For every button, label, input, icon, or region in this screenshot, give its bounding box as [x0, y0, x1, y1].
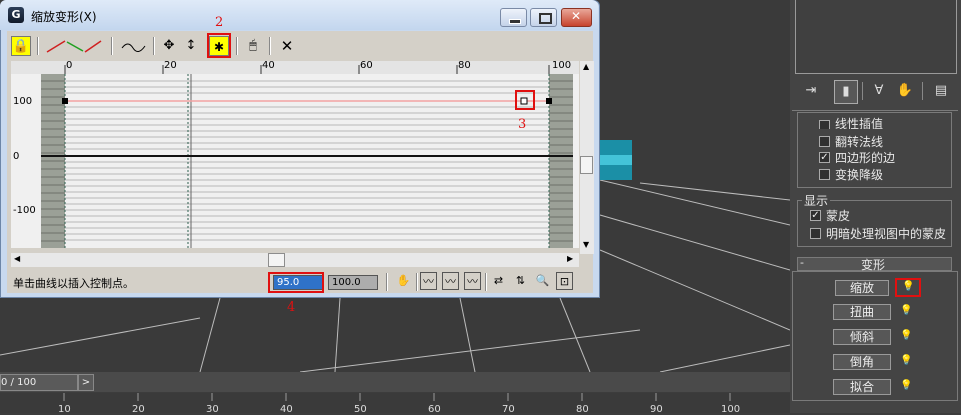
- skin-label: 蒙皮: [826, 209, 851, 223]
- teeter-enable-bulb-icon[interactable]: 💡: [900, 330, 912, 344]
- flip-normals-label: 翻转法线: [835, 135, 884, 149]
- display-curves-icon[interactable]: [43, 36, 103, 56]
- timeline-tick-label: 40: [280, 404, 293, 415]
- lock-aspect-icon[interactable]: 🔒: [11, 36, 31, 56]
- transform-degrade-label: 变换降级: [835, 168, 884, 182]
- delete-control-point-icon[interactable]: 🖱: [243, 36, 263, 56]
- vertical-value-field[interactable]: 100.0: [328, 275, 378, 290]
- reset-curve-icon[interactable]: ✕: [277, 36, 297, 56]
- show-end-result-icon[interactable]: ▮: [834, 80, 858, 104]
- annotation-number: 3: [518, 117, 527, 132]
- timeline-tick-label: 10: [58, 404, 71, 415]
- linear-interp-checkbox[interactable]: [819, 120, 830, 129]
- pan-icon[interactable]: ✋: [395, 272, 412, 290]
- timeline-tick-label: 70: [502, 404, 515, 415]
- maximize-button[interactable]: [530, 8, 557, 27]
- configure-modifier-sets-icon[interactable]: ▤: [930, 80, 952, 102]
- dialog-title: 缩放变形(X): [31, 10, 97, 24]
- zoom-vertical-icon[interactable]: ⇅: [512, 272, 529, 290]
- make-unique-icon[interactable]: ∀: [868, 80, 890, 102]
- move-control-point-icon[interactable]: ✥: [159, 36, 179, 56]
- twist-enable-bulb-icon[interactable]: 💡: [900, 305, 912, 319]
- dialog-toolbar: 🔒 ✥ ↕ ✱ 🖱 ✕: [7, 33, 593, 59]
- scale-control-point-icon[interactable]: ↕: [181, 36, 201, 56]
- control-point: [62, 98, 68, 104]
- next-frame-button[interactable]: >: [78, 374, 94, 391]
- scroll-up-icon[interactable]: ▲: [583, 62, 589, 71]
- quad-sides-checkbox[interactable]: ✓: [819, 152, 830, 163]
- y-label: 100: [13, 96, 33, 107]
- time-slider[interactable]: 0 / 100: [0, 374, 78, 391]
- close-button[interactable]: [561, 8, 592, 27]
- zoom-extents-icon[interactable]: 〰: [420, 272, 437, 290]
- fit-enable-bulb-icon[interactable]: 💡: [900, 380, 912, 394]
- zoom-horizontal-extents-icon[interactable]: 〰: [442, 272, 459, 290]
- minimize-button[interactable]: [500, 8, 527, 27]
- remove-modifier-icon[interactable]: ✋: [894, 80, 916, 102]
- timeline-tick-label: 80: [576, 404, 589, 415]
- timeline-tick-label: 90: [650, 404, 663, 415]
- horizontal-scrollbar[interactable]: [11, 253, 579, 267]
- transform-degrade-checkbox[interactable]: [819, 169, 830, 180]
- scroll-left-icon[interactable]: ◀: [14, 254, 20, 263]
- zoom-horizontal-icon[interactable]: ⇄: [490, 272, 507, 290]
- graph-canvas[interactable]: [11, 61, 579, 248]
- y-label: -100: [13, 205, 36, 216]
- y-label: 0: [13, 151, 20, 162]
- zoom-icon[interactable]: 🔍: [534, 272, 551, 290]
- bevel-enable-bulb-icon[interactable]: 💡: [900, 355, 912, 369]
- skin-in-shaded-checkbox[interactable]: [810, 228, 821, 239]
- skin-in-shaded-label: 明暗处理视图中的蒙皮: [826, 227, 947, 241]
- highlight-control-point: [515, 90, 535, 110]
- horizontal-scroll-thumb[interactable]: [268, 253, 285, 267]
- quad-sides-label: 四边形的边: [835, 151, 896, 165]
- vertical-scroll-thumb[interactable]: [580, 156, 593, 174]
- highlight-horizontal-field: [268, 272, 324, 293]
- time-slider-bar[interactable]: [0, 372, 790, 392]
- scroll-down-icon[interactable]: ▼: [583, 240, 589, 249]
- fit-deform-button[interactable]: 拟合: [833, 379, 891, 395]
- bevel-deform-button[interactable]: 倒角: [833, 354, 891, 370]
- teeter-deform-button[interactable]: 倾斜: [833, 329, 891, 345]
- pin-stack-icon[interactable]: ⇥: [800, 80, 822, 102]
- timeline-ticks: [63, 393, 731, 401]
- timeline-tick-label: 20: [132, 404, 145, 415]
- highlight-insert-corner-point: [207, 33, 231, 58]
- zoom-region-icon[interactable]: ⊡: [556, 272, 573, 290]
- scale-deform-button[interactable]: 缩放: [835, 280, 889, 296]
- panel-preview: [795, 0, 957, 74]
- annotation-number: 2: [215, 15, 224, 30]
- skin-checkbox[interactable]: ✓: [810, 210, 821, 221]
- annotation-number: 4: [287, 300, 296, 315]
- linear-interp-label: 线性插值: [835, 117, 884, 129]
- timeline-tick-label: 60: [428, 404, 441, 415]
- scroll-right-icon[interactable]: ▶: [567, 254, 573, 263]
- timeline-tick-label: 100: [721, 404, 741, 415]
- scale-enable-bulb-icon[interactable]: 💡: [902, 281, 914, 295]
- swap-curves-icon[interactable]: [119, 36, 149, 56]
- rollout-toggle[interactable]: -: [800, 256, 804, 269]
- zoom-vertical-extents-icon[interactable]: 〰: [464, 272, 481, 290]
- timeline-tick-label: 50: [354, 404, 367, 415]
- app-icon: G: [8, 7, 24, 23]
- flip-normals-checkbox[interactable]: [819, 136, 830, 147]
- control-point: [546, 98, 552, 104]
- timeline-tick-label: 30: [206, 404, 219, 415]
- twist-deform-button[interactable]: 扭曲: [833, 304, 891, 320]
- status-prompt: 单击曲线以插入控制点。: [13, 277, 134, 290]
